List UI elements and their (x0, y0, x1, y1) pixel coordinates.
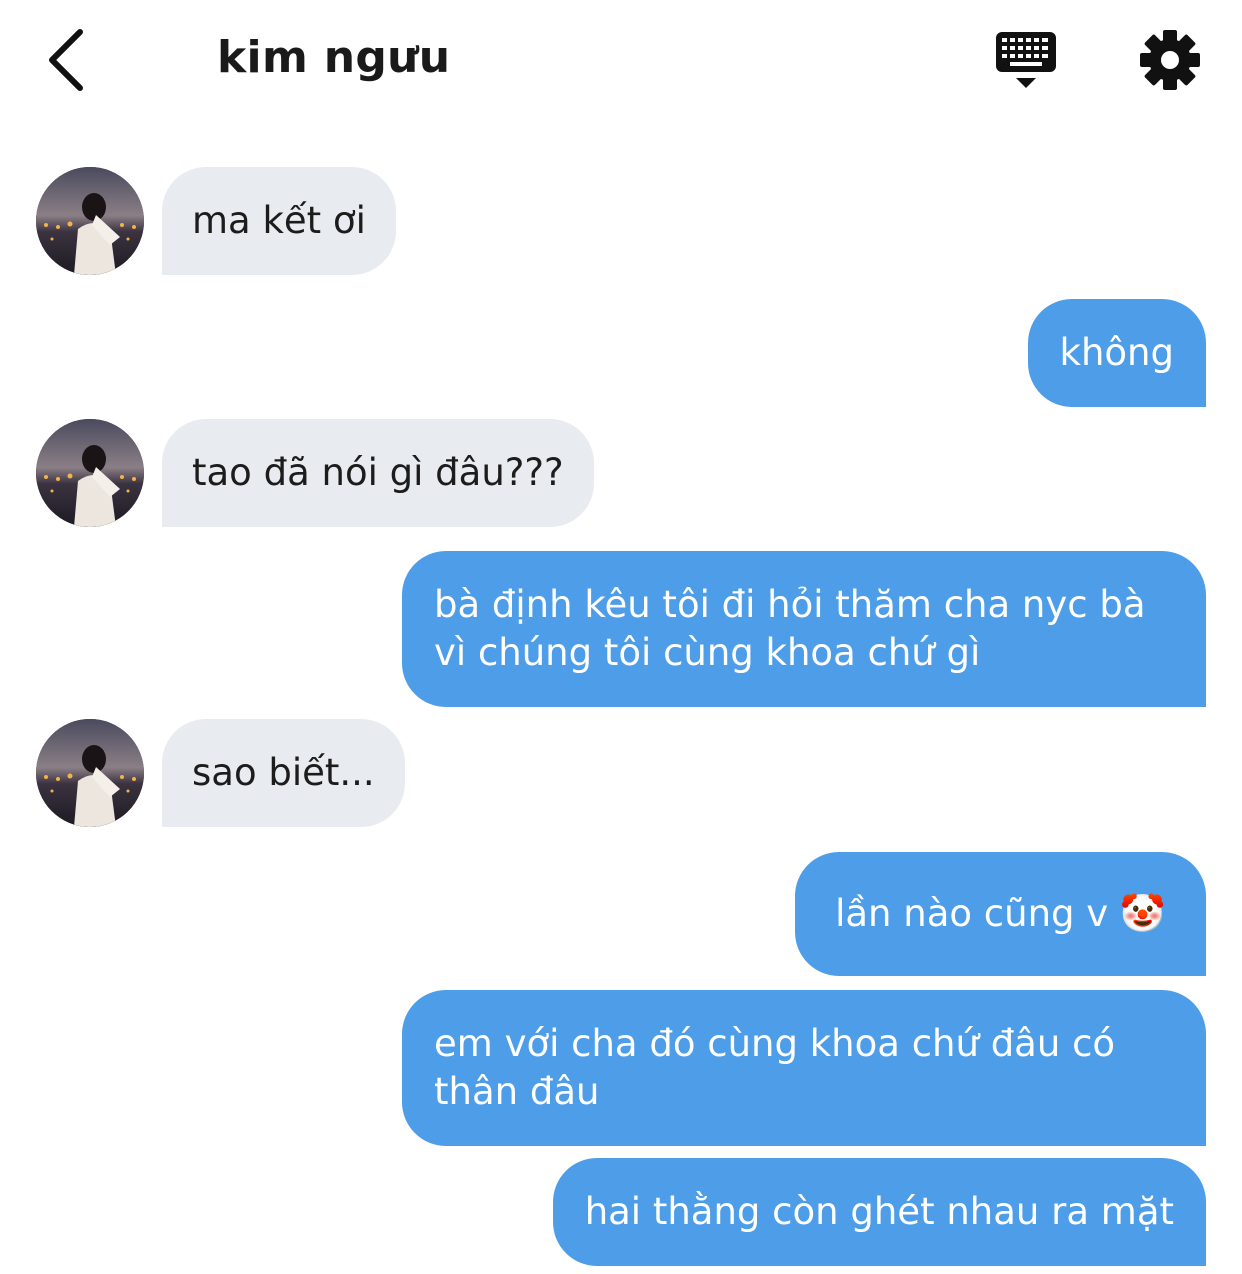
back-button[interactable] (38, 24, 98, 96)
message-bubble-outgoing[interactable]: bà định kêu tôi đi hỏi thăm cha nyc bà v… (402, 551, 1206, 707)
avatar-photo (36, 719, 144, 827)
message-bubble-outgoing[interactable]: lần nào cũng v 🤡 (795, 852, 1206, 976)
keyboard-icon (996, 32, 1056, 88)
avatar-photo (36, 167, 144, 275)
gear-icon (1140, 30, 1200, 90)
keyboard-button[interactable] (990, 26, 1062, 96)
message-bubble-incoming[interactable]: sao biết... (162, 719, 405, 827)
avatar-photo (36, 419, 144, 527)
chat-header: kim ngưu (0, 0, 1242, 120)
message-bubble-outgoing[interactable]: hai thằng còn ghét nhau ra mặt (552, 1158, 1206, 1266)
message-bubble-incoming[interactable]: ma kết ơi (162, 167, 396, 275)
contact-avatar[interactable] (36, 167, 144, 275)
chat-title: kim ngưu (217, 32, 451, 83)
message-bubble-outgoing[interactable]: không (1027, 299, 1206, 407)
message-bubble-outgoing[interactable]: em với cha đó cùng khoa chứ đâu có thân … (402, 990, 1206, 1146)
contact-avatar[interactable] (36, 419, 144, 527)
chevron-left-icon (49, 29, 83, 91)
settings-button[interactable] (1136, 26, 1204, 94)
message-bubble-incoming[interactable]: tao đã nói gì đâu??? (162, 419, 594, 527)
contact-avatar[interactable] (36, 719, 144, 827)
